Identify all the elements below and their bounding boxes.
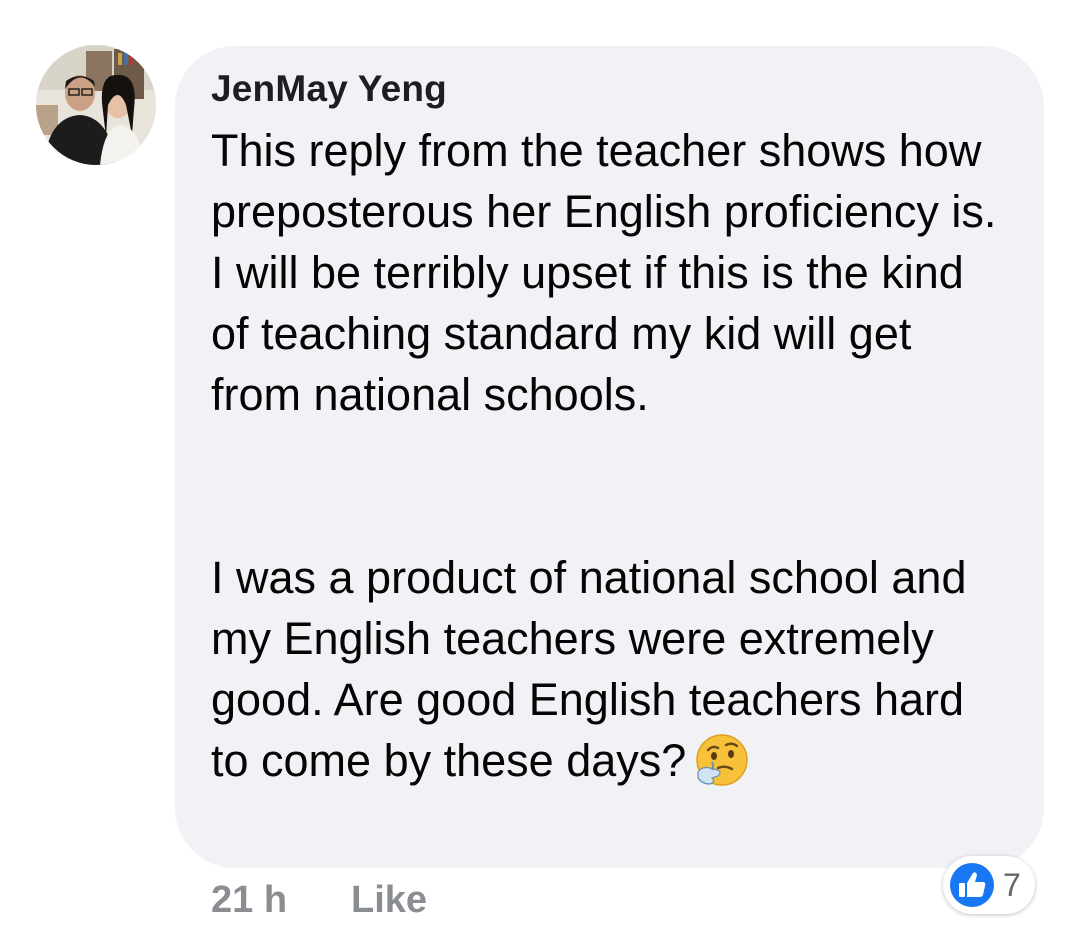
- reaction-summary[interactable]: 7: [943, 856, 1035, 914]
- comment-paragraph-1: This reply from the teacher shows how pr…: [211, 125, 997, 420]
- reaction-count: 7: [1003, 867, 1021, 903]
- author-name[interactable]: JenMay Yeng: [211, 68, 447, 110]
- comment-paragraph-2: I was a product of national school and m…: [211, 547, 1011, 803]
- comment-paragraph-2-text: I was a product of national school and m…: [211, 552, 967, 786]
- profile-photo: [36, 45, 156, 165]
- comment-timestamp[interactable]: 21 h: [211, 879, 287, 922]
- like-button[interactable]: Like: [351, 879, 427, 922]
- like-reaction-icon: [948, 861, 996, 909]
- thinking-face-icon: [694, 732, 750, 803]
- avatar[interactable]: [36, 45, 156, 165]
